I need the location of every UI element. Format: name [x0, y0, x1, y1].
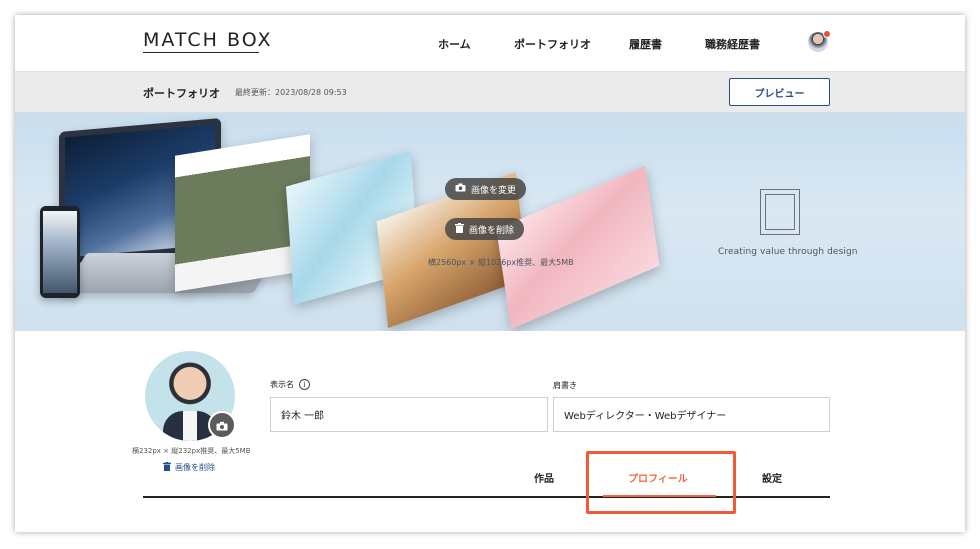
logo-underline [143, 52, 259, 53]
page-title: ポートフォリオ [143, 87, 220, 100]
tab-settings[interactable]: 設定 [762, 470, 782, 485]
app-window: MATCH BOX ホーム ポートフォリオ 履歴書 職務経歴書 ポートフォリオ … [15, 15, 965, 532]
trash-icon [163, 462, 171, 473]
notification-dot [823, 30, 831, 38]
phone-mockup [40, 206, 80, 298]
display-name-label: 表示名 i [270, 379, 310, 390]
active-tab-indicator [603, 495, 716, 497]
camera-icon [455, 183, 466, 195]
nav-home[interactable]: ホーム [438, 36, 471, 52]
trash-icon [455, 222, 464, 236]
delete-cover-label: 画像を削除 [469, 225, 515, 236]
page-subbar: ポートフォリオ 最終更新：2023/08/28 09:53 プレビュー [15, 72, 965, 113]
change-cover-button[interactable]: 画像を変更 [445, 178, 527, 200]
delete-cover-button[interactable]: 画像を削除 [445, 218, 525, 240]
title-input[interactable]: Webディレクター・Webデザイナー [553, 397, 830, 432]
change-cover-label: 画像を変更 [471, 185, 517, 196]
delete-avatar-label: 画像を削除 [175, 463, 215, 472]
change-avatar-button[interactable] [208, 411, 236, 439]
avatar-size-hint: 横232px × 縦232px推奨、最大5MB [132, 447, 251, 455]
brand-tagline: Creating value through design [718, 247, 858, 257]
cover-size-hint: 横2560px × 縦1026px推奨、最大5MB [428, 258, 574, 267]
last-updated: 最終更新：2023/08/28 09:53 [235, 88, 347, 97]
nav-career-history[interactable]: 職務経歴書 [705, 36, 760, 52]
top-header: MATCH BOX ホーム ポートフォリオ 履歴書 職務経歴書 [15, 15, 965, 72]
camera-icon [216, 416, 228, 435]
preview-button[interactable]: プレビュー [729, 78, 830, 106]
title-label: 肩書き [553, 381, 577, 390]
delete-avatar-button[interactable]: 画像を削除 [163, 462, 215, 473]
tab-profile[interactable]: プロフィール [628, 470, 688, 485]
display-name-input[interactable]: 鈴木 一郎 [270, 397, 548, 432]
tab-works[interactable]: 作品 [534, 470, 554, 485]
cover-image: 画像を変更 画像を削除 横2560px × 縦1026px推奨、最大5MB Cr… [15, 113, 965, 331]
tabs-divider [143, 496, 830, 498]
brand-logo [760, 189, 800, 235]
logo[interactable]: MATCH BOX [143, 29, 272, 51]
info-icon[interactable]: i [299, 379, 310, 390]
nav-resume[interactable]: 履歴書 [629, 36, 662, 52]
nav-portfolio[interactable]: ポートフォリオ [514, 36, 591, 52]
